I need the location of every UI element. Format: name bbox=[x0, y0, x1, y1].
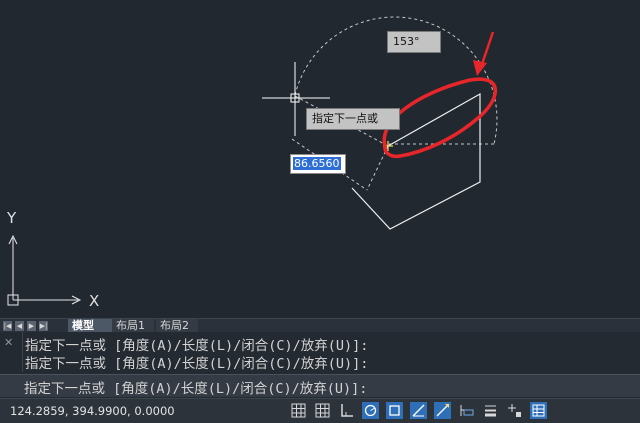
ucs-icon bbox=[7, 234, 82, 306]
osnap-icon[interactable] bbox=[386, 402, 403, 419]
polar-icon[interactable] bbox=[362, 402, 379, 419]
history-line: 指定下一点或 [角度(A)/长度(L)/闭合(C)/放弃(U)]: bbox=[25, 338, 369, 354]
close-icon[interactable]: ✕ bbox=[4, 336, 13, 349]
snap-icon[interactable] bbox=[314, 402, 331, 419]
layout-tab-bar: |◀ ◀ ▶ ▶| 模型 布局1 布局2 bbox=[0, 318, 640, 333]
length-input[interactable]: 86.6560 bbox=[290, 154, 346, 174]
axis-y-label: Y bbox=[7, 209, 17, 227]
first-icon[interactable]: |◀ bbox=[3, 321, 12, 331]
tab-model[interactable]: 模型 bbox=[68, 319, 112, 333]
tab-layout2[interactable]: 布局2 bbox=[156, 319, 198, 333]
history-line: 指定下一点或 [角度(A)/长度(L)/闭合(C)/放弃(U)]: bbox=[25, 356, 369, 372]
red-annotation-circle bbox=[382, 77, 498, 159]
command-input[interactable]: 指定下一点或 [角度(A)/长度(L)/闭合(C)/放弃(U)]: bbox=[0, 374, 640, 397]
red-annotation-arrow-icon bbox=[473, 31, 495, 76]
drawing-canvas[interactable]: 153° 指定下一点或 86.6560 Y X bbox=[0, 0, 640, 318]
status-bar: 124.2859, 394.9900, 0.0000 bbox=[0, 398, 640, 423]
prompt-tooltip: 指定下一点或 bbox=[306, 108, 400, 130]
angle-tooltip: 153° bbox=[387, 31, 441, 53]
dynamic-input-icon[interactable] bbox=[458, 402, 475, 419]
lineweight-icon[interactable] bbox=[482, 402, 499, 419]
grid-icon[interactable] bbox=[290, 402, 307, 419]
selection-cycle-icon[interactable] bbox=[506, 402, 523, 419]
tab-layout1[interactable]: 布局1 bbox=[112, 319, 154, 333]
last-icon[interactable]: ▶| bbox=[39, 321, 48, 331]
otrack-icon[interactable] bbox=[410, 402, 427, 419]
quick-properties-icon[interactable] bbox=[530, 402, 547, 419]
command-prompt: 指定下一点或 [角度(A)/长度(L)/闭合(C)/放弃(U)]: bbox=[24, 381, 368, 397]
command-window: ✕ 指定下一点或 [角度(A)/长度(L)/闭合(C)/放弃(U)]: 指定下一… bbox=[0, 332, 640, 398]
command-history[interactable]: 指定下一点或 [角度(A)/长度(L)/闭合(C)/放弃(U)]: 指定下一点或… bbox=[22, 332, 640, 372]
dynucs-icon[interactable] bbox=[434, 402, 451, 419]
ortho-icon[interactable] bbox=[338, 402, 355, 419]
length-input-value: 86.6560 bbox=[293, 157, 341, 170]
coordinates-readout: 124.2859, 394.9900, 0.0000 bbox=[10, 404, 175, 418]
next-icon[interactable]: ▶ bbox=[27, 321, 36, 331]
axis-x-label: X bbox=[89, 292, 100, 310]
prev-icon[interactable]: ◀ bbox=[15, 321, 24, 331]
